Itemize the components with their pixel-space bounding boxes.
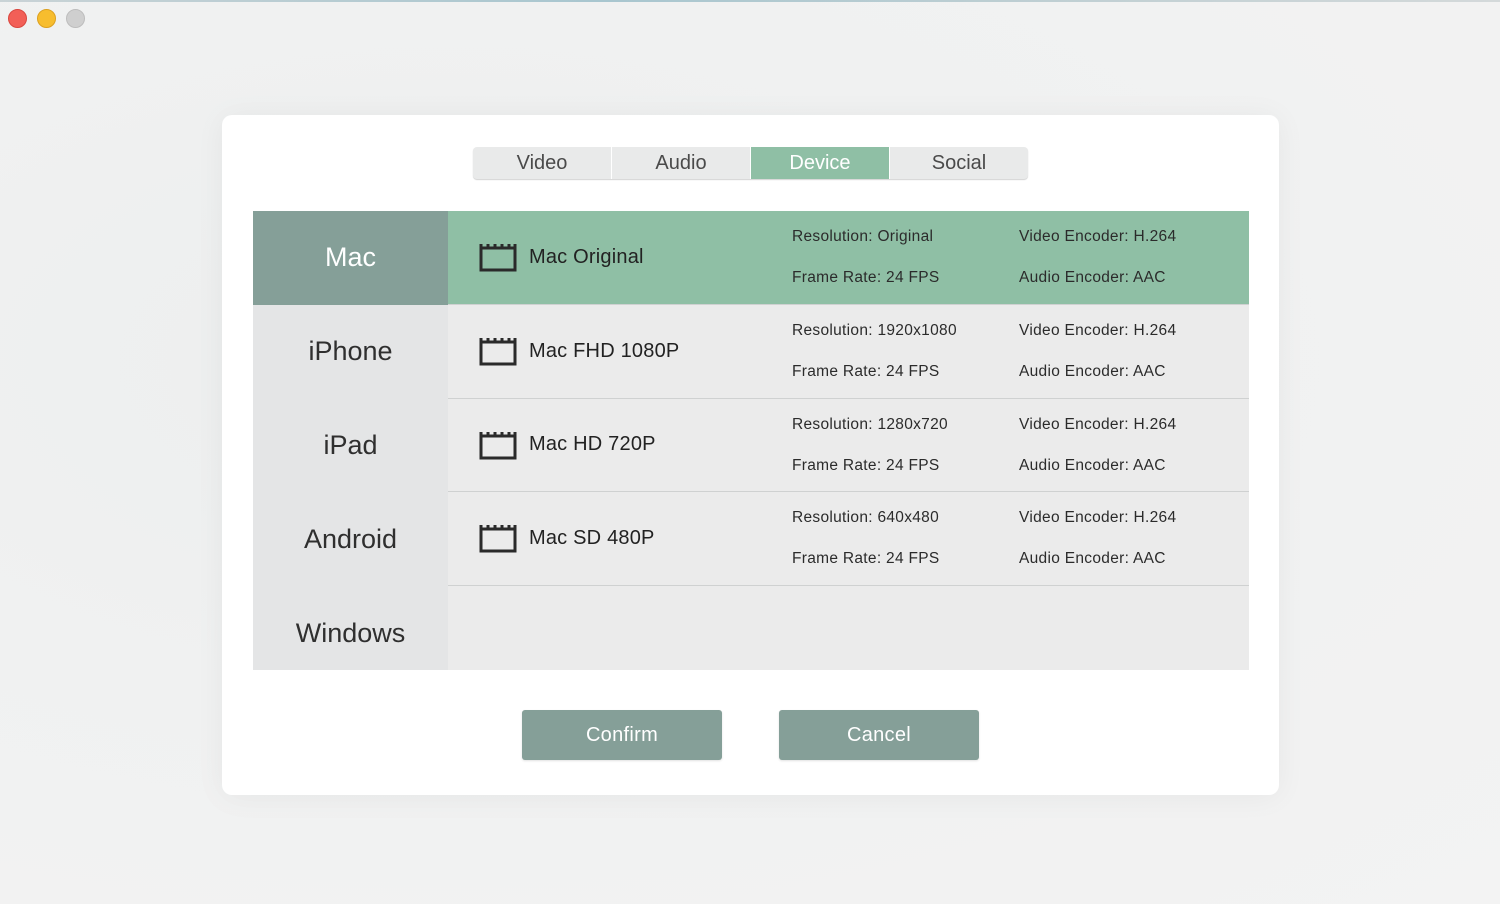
format-tab-bar: Video Audio Device Social bbox=[473, 147, 1028, 179]
cancel-button[interactable]: Cancel bbox=[779, 710, 979, 760]
category-ipad[interactable]: iPad bbox=[253, 399, 448, 493]
category-mac[interactable]: Mac bbox=[253, 211, 448, 305]
tab-device[interactable]: Device bbox=[751, 147, 890, 179]
window-controls bbox=[8, 9, 85, 28]
category-windows[interactable]: Windows bbox=[253, 586, 448, 680]
preset-resolution: Resolution: 1280x720 bbox=[792, 415, 948, 433]
preset-frame-rate: Frame Rate: 24 FPS bbox=[792, 269, 940, 286]
preset-video-encoder: Video Encoder: H.264 bbox=[1019, 228, 1177, 245]
clapperboard-icon bbox=[479, 242, 517, 272]
preset-resolution: Resolution: 640x480 bbox=[792, 509, 940, 527]
tab-social[interactable]: Social bbox=[890, 147, 1028, 179]
preset-audio-encoder: Audio Encoder: AAC bbox=[1019, 362, 1166, 380]
category-iphone[interactable]: iPhone bbox=[253, 305, 448, 399]
preset-row[interactable]: Mac HD 720P Resolution: 1280x720 Frame R… bbox=[448, 399, 1249, 493]
preset-frame-rate: Frame Rate: 24 FPS bbox=[792, 362, 940, 380]
preset-video-encoder: Video Encoder: H.264 bbox=[1019, 321, 1177, 339]
preset-list: Mac Original Resolution: Original Frame … bbox=[448, 211, 1249, 670]
top-edge-strip bbox=[0, 0, 1500, 2]
category-android[interactable]: Android bbox=[253, 492, 448, 586]
clapperboard-icon bbox=[479, 523, 517, 553]
preset-audio-encoder: Audio Encoder: AAC bbox=[1019, 456, 1166, 474]
preset-name: Mac Original bbox=[529, 245, 644, 268]
confirm-button[interactable]: Confirm bbox=[522, 710, 722, 760]
preset-frame-rate: Frame Rate: 24 FPS bbox=[792, 456, 940, 474]
preset-row[interactable]: Mac FHD 1080P Resolution: 1920x1080 Fram… bbox=[448, 305, 1249, 399]
minimize-window-button[interactable] bbox=[37, 9, 56, 28]
output-format-dialog: Video Audio Device Social Mac iPhone iPa… bbox=[222, 115, 1279, 795]
maximize-window-button[interactable] bbox=[66, 9, 85, 28]
preset-video-encoder: Video Encoder: H.264 bbox=[1019, 415, 1177, 433]
preset-row[interactable]: Mac Original Resolution: Original Frame … bbox=[448, 211, 1249, 305]
preset-resolution: Resolution: Original bbox=[792, 228, 934, 245]
preset-name: Mac SD 480P bbox=[529, 527, 655, 550]
preset-resolution: Resolution: 1920x1080 bbox=[792, 321, 957, 339]
preset-audio-encoder: Audio Encoder: AAC bbox=[1019, 269, 1166, 286]
preset-audio-encoder: Audio Encoder: AAC bbox=[1019, 550, 1166, 568]
preset-video-encoder: Video Encoder: H.264 bbox=[1019, 509, 1177, 527]
device-category-list: Mac iPhone iPad Android Windows bbox=[253, 211, 448, 670]
device-panel: Mac iPhone iPad Android Windows Mac Orig… bbox=[253, 211, 1249, 670]
preset-frame-rate: Frame Rate: 24 FPS bbox=[792, 550, 940, 568]
clapperboard-icon bbox=[479, 336, 517, 366]
clapperboard-icon bbox=[479, 430, 517, 460]
tab-video[interactable]: Video bbox=[473, 147, 612, 179]
preset-name: Mac HD 720P bbox=[529, 433, 656, 456]
tab-audio[interactable]: Audio bbox=[612, 147, 751, 179]
preset-row[interactable]: Mac SD 480P Resolution: 640x480 Frame Ra… bbox=[448, 492, 1249, 587]
close-window-button[interactable] bbox=[8, 9, 27, 28]
preset-name: Mac FHD 1080P bbox=[529, 339, 680, 362]
